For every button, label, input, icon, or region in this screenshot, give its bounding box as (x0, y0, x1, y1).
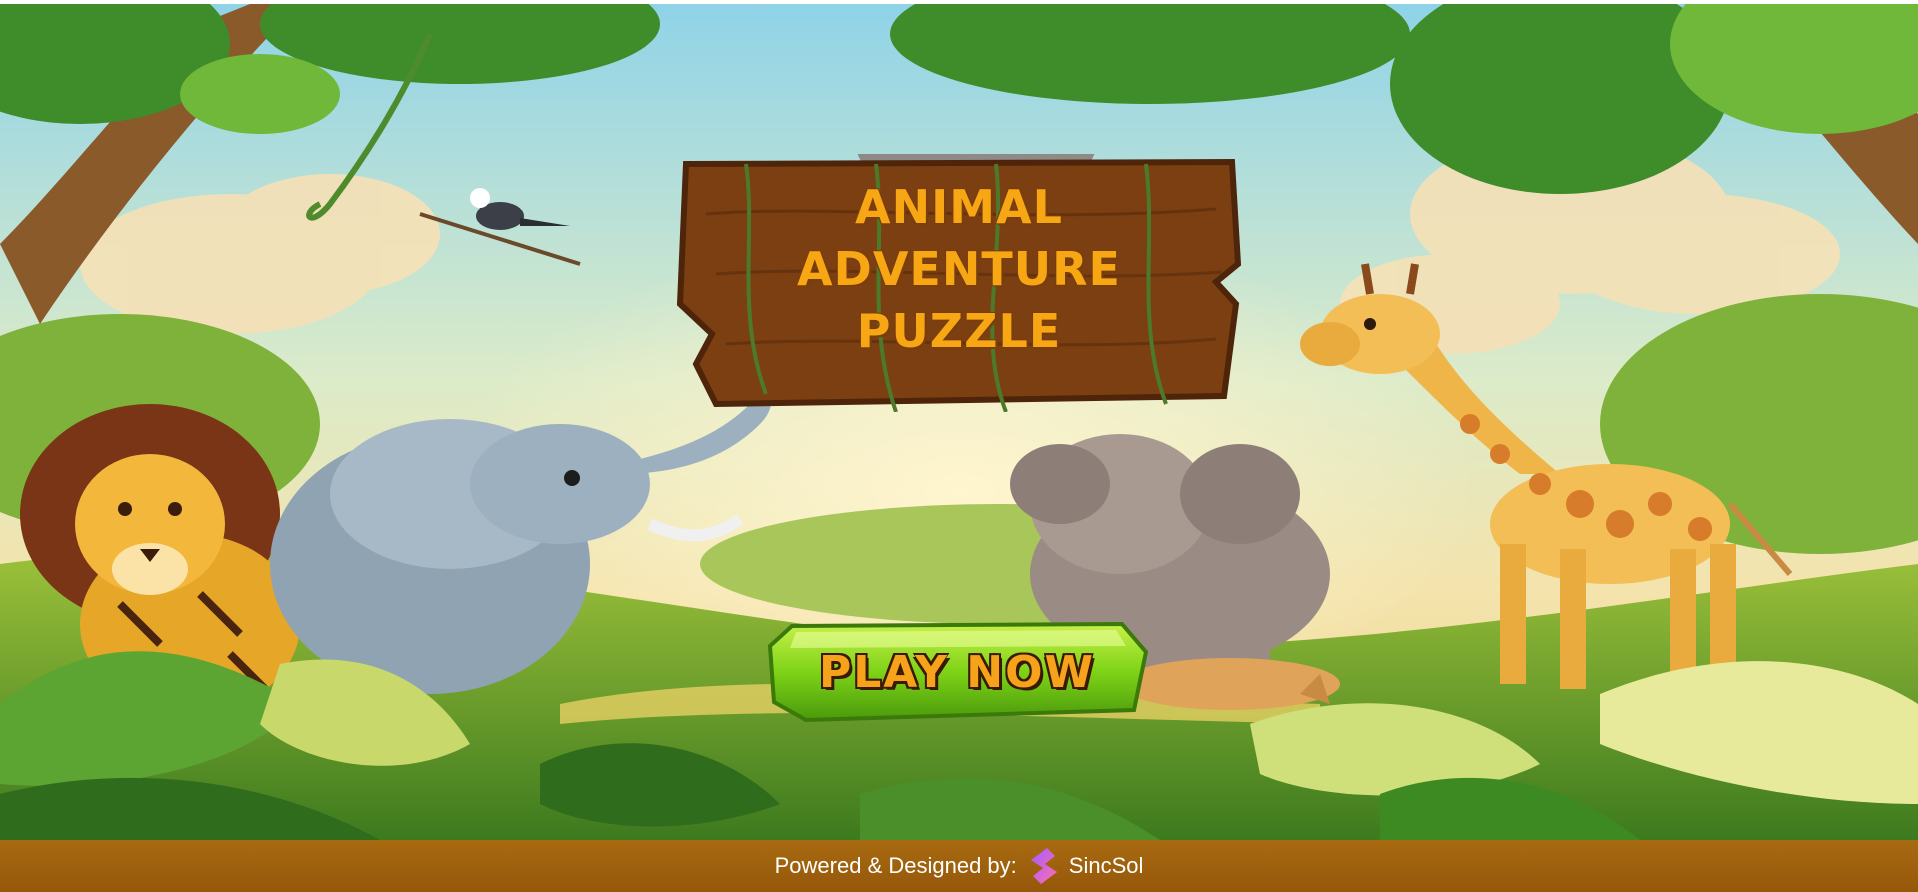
jungle-scene: ANIMAL ADVENTURE PUZZLE PLAY NOW (0, 4, 1918, 840)
title-line-1: ANIMAL (855, 180, 1063, 234)
sincsol-link[interactable]: SincSol (1069, 853, 1144, 879)
footer-bar: Powered & Designed by: SincSol (0, 840, 1918, 892)
title-line-3: PUZZLE (856, 304, 1062, 358)
anteater-figure (1120, 658, 1340, 710)
play-now-button[interactable]: PLAY NOW (766, 622, 1148, 722)
title-line-2: ADVENTURE (797, 242, 1121, 296)
sincsol-logo-icon (1027, 846, 1061, 886)
game-title: ANIMAL ADVENTURE PUZZLE (676, 176, 1242, 362)
title-sign: ANIMAL ADVENTURE PUZZLE (676, 154, 1242, 412)
powered-by-text: Powered & Designed by: (774, 853, 1017, 878)
play-now-label: PLAY NOW (818, 646, 1096, 698)
